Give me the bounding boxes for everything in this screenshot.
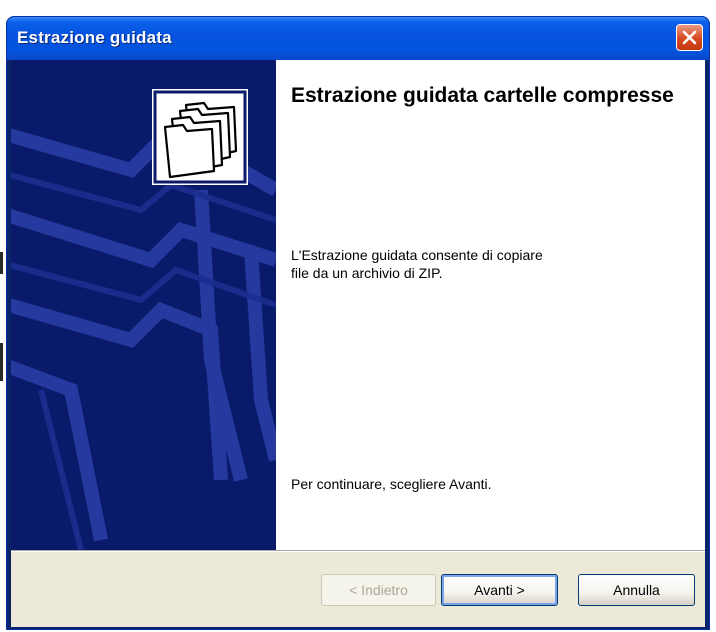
continue-hint: Per continuare, scegliere Avanti.	[291, 476, 492, 492]
folders-icon	[153, 90, 247, 184]
back-button[interactable]: < Indietro	[321, 574, 436, 606]
wizard-content: Estrazione guidata cartelle compresse L'…	[276, 60, 705, 550]
title-bar[interactable]: Estrazione guidata	[7, 17, 709, 60]
wizard-window: Estrazione guidata Estrazione guidata ca…	[6, 16, 710, 630]
window-title: Estrazione guidata	[17, 28, 172, 47]
dialog-client: Estrazione guidata cartelle compresse L'…	[11, 60, 705, 627]
wizard-banner	[11, 60, 276, 550]
cancel-button[interactable]: Annulla	[578, 574, 695, 606]
background-mark	[0, 252, 3, 274]
button-separator	[11, 550, 705, 552]
close-button[interactable]	[676, 24, 703, 51]
background-mark	[0, 343, 3, 381]
next-button[interactable]: Avanti >	[441, 574, 558, 606]
wizard-description: L'Estrazione guidata consente di copiare…	[291, 247, 543, 281]
wizard-heading: Estrazione guidata cartelle compresse	[291, 84, 674, 107]
close-icon	[682, 30, 697, 45]
wizard-icon-frame	[152, 89, 248, 185]
